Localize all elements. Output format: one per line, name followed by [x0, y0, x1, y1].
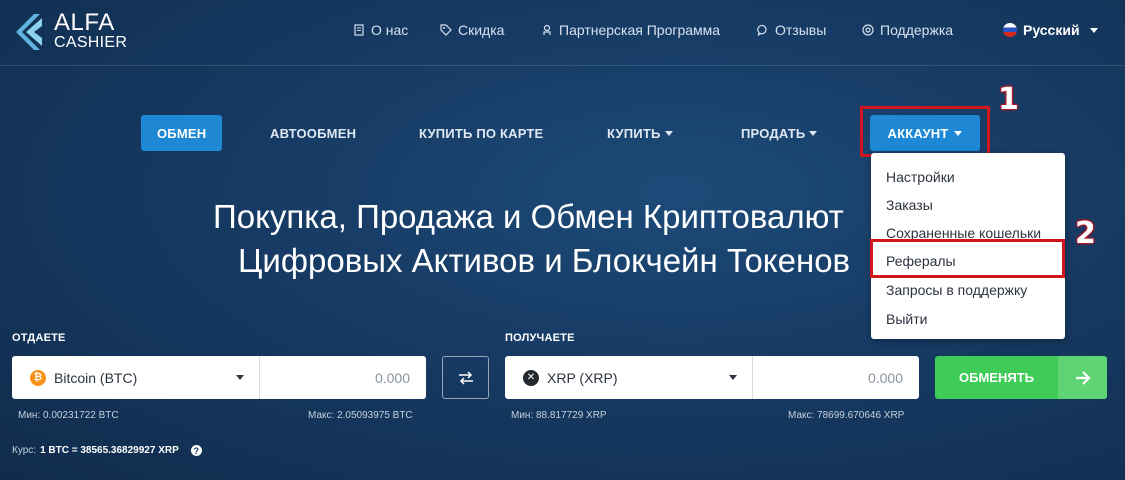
menu-autoexchange[interactable]: АВТООБМЕН [270, 115, 356, 151]
xrp-icon: ✕ [523, 369, 539, 386]
rate-prefix: Курс: [12, 445, 37, 456]
menu-exchange[interactable]: ОБМЕН [141, 115, 223, 151]
nav-support[interactable]: Поддержка [862, 22, 953, 38]
menu-sell[interactable]: ПРОДАТЬ [741, 115, 818, 151]
nav-discount-label: Скидка [458, 22, 505, 38]
get-min: Мин: 88.817729 XRP [511, 410, 607, 421]
document-icon [354, 24, 364, 36]
nav-partner[interactable]: Партнерская Программа [541, 22, 720, 38]
chevron-down-icon [664, 130, 673, 136]
nav-discount[interactable]: Скидка [440, 22, 504, 38]
exchange-submit-label: ОБМЕНЯТЬ [959, 370, 1034, 385]
menu-buy-label: КУПИТЬ [607, 125, 661, 141]
logo[interactable]: ALFA CASHIER [12, 10, 132, 54]
language-selector[interactable]: Русский [1003, 22, 1098, 38]
dropdown-item-support-requests[interactable]: Запросы в поддержку [886, 282, 1027, 298]
give-currency-label: Bitcoin (BTC) [54, 369, 138, 386]
menu-sell-label: ПРОДАТЬ [741, 125, 806, 141]
chevron-down-icon [1089, 27, 1098, 33]
chevron-down-icon [729, 375, 737, 380]
russia-flag-icon [1003, 23, 1017, 37]
give-min: Мин: 0.00231722 BTC [18, 410, 119, 421]
logo-text-line2: CASHIER [54, 34, 128, 51]
annotation-number-2: 2 [1075, 216, 1096, 251]
dropdown-item-settings[interactable]: Настройки [886, 169, 955, 185]
give-amount-input[interactable]: 0.000 [260, 356, 426, 399]
exchange-rate: Курс: 1 BTC = 38565.36829927 XRP ? [12, 445, 202, 456]
logo-mark-icon [16, 14, 42, 50]
get-amount-input[interactable]: 0.000 [753, 356, 919, 399]
get-currency-select[interactable]: ✕ XRP (XRP) [505, 356, 753, 399]
get-currency-label: XRP (XRP) [547, 369, 618, 386]
get-field: ✕ XRP (XRP) 0.000 [505, 356, 919, 399]
annotation-box-1 [860, 106, 990, 157]
user-icon [543, 24, 551, 35]
nav-reviews[interactable]: Отзывы [757, 22, 826, 38]
give-max: Макс: 2.05093975 BTC [308, 410, 413, 421]
get-max: Макс: 78699.670646 XRP [788, 410, 905, 421]
nav-reviews-label: Отзывы [775, 22, 827, 38]
bitcoin-icon: ₿ [30, 369, 46, 386]
swap-button[interactable] [442, 356, 489, 399]
chevron-down-icon [809, 130, 818, 136]
dropdown-item-orders[interactable]: Заказы [886, 197, 933, 213]
top-bar: ALFA CASHIER О нас Скидка Партнерская Пр… [0, 0, 1125, 66]
nav-about[interactable]: О нас [353, 22, 408, 38]
dropdown-item-logout[interactable]: Выйти [886, 311, 927, 327]
menu-buy[interactable]: КУПИТЬ [607, 115, 673, 151]
help-icon[interactable]: ? [190, 445, 202, 456]
nav-partner-label: Партнерская Программа [559, 22, 721, 38]
give-label: ОТДАЕТЕ [12, 332, 66, 344]
nav-about-label: О нас [371, 22, 409, 38]
hero-line-2: Цифровых Активов и Блокчейн Токенов [238, 242, 851, 279]
give-currency-select[interactable]: ₿ Bitcoin (BTC) [12, 356, 260, 399]
chat-icon [757, 24, 767, 36]
menu-buy-card-label: КУПИТЬ ПО КАРТЕ [419, 125, 544, 141]
menu-buy-card[interactable]: КУПИТЬ ПО КАРТЕ [419, 115, 543, 151]
nav-support-label: Поддержка [880, 22, 954, 38]
exchange-submit-button[interactable]: ОБМЕНЯТЬ [935, 356, 1107, 399]
annotation-number-1: 1 [998, 82, 1019, 117]
hero-line-1: Покупка, Продажа и Обмен Криптовалют [213, 198, 844, 235]
menu-autoexchange-label: АВТООБМЕН [270, 125, 357, 141]
language-label: Русский [1023, 22, 1080, 38]
get-label: ПОЛУЧАЕТЕ [505, 332, 575, 344]
annotation-box-2 [870, 239, 1065, 278]
swap-arrows-icon [458, 370, 473, 385]
rate-value: 1 BTC = 38565.36829927 XRP [40, 445, 179, 456]
logo-text-line1: ALFA [54, 9, 115, 36]
menu-exchange-label: ОБМЕН [141, 115, 223, 151]
tag-icon [440, 24, 452, 36]
lifebuoy-icon [862, 24, 874, 36]
arrow-right-icon [1058, 356, 1107, 399]
give-field: ₿ Bitcoin (BTC) 0.000 [12, 356, 426, 399]
chevron-down-icon [236, 375, 244, 380]
